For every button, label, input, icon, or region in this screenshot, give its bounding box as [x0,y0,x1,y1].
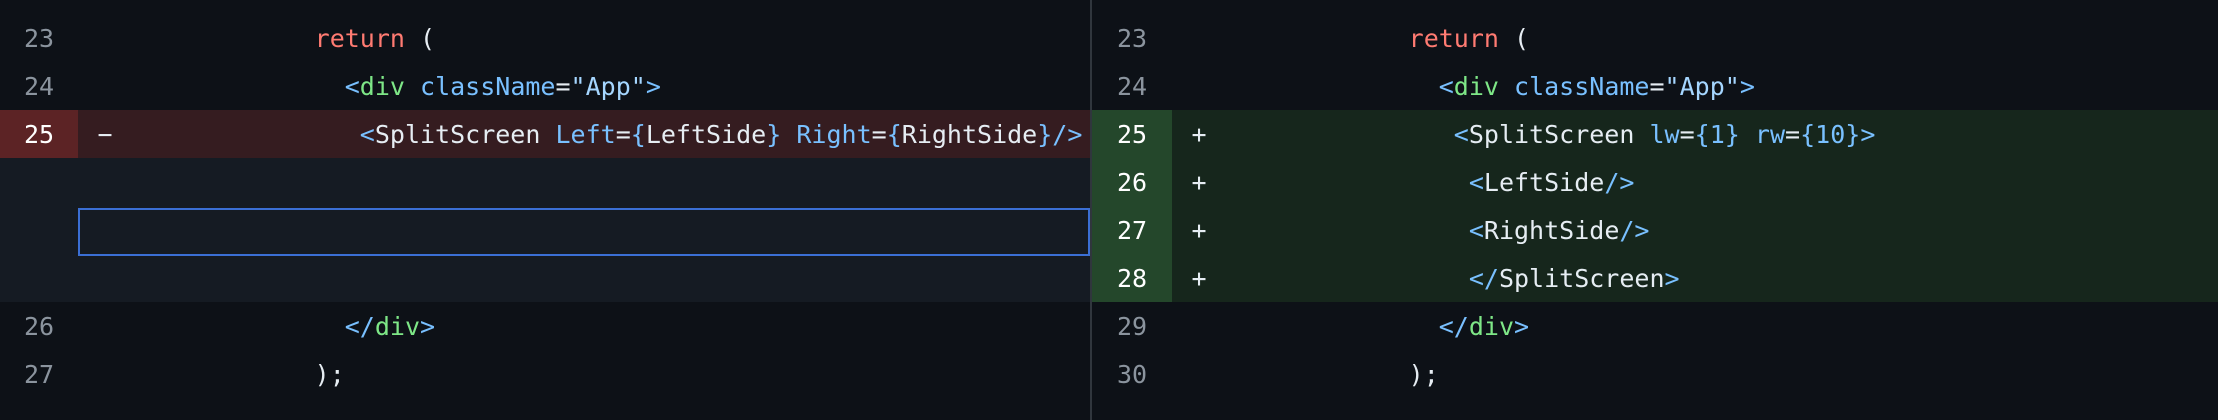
addition-marker: + [1191,215,1207,245]
code-token: = [1785,119,1801,149]
code-text: ); [116,331,345,418]
deletion-marker: − [97,119,113,149]
code-token: { [630,119,646,149]
line-number: 28 [1092,254,1172,302]
code-token: } [1724,119,1740,149]
addition-marker: + [1191,263,1207,293]
code-token: rw [1754,119,1786,149]
diff-pane-original[interactable]: 23 return ( 24 <div className="App"> 25 … [0,0,1092,420]
code-token: </ [1438,311,1469,341]
code-token: </ [344,311,375,341]
code-token: SplitScreen [374,119,541,149]
line-number: 23 [1116,23,1148,53]
code-token: > [1860,119,1876,149]
line-number: 27 [23,359,55,389]
code-token: RightSide [901,119,1038,149]
line-number: 24 [23,71,55,101]
code-token: < [359,119,375,149]
code-token: Left [555,119,616,149]
diff-line-left-placeholder [0,206,1090,254]
code-token: { [1800,119,1816,149]
code-token: > [420,311,436,341]
code-token: ); [314,359,345,389]
code-token: Right [796,119,872,149]
code-token: 1 [1709,119,1725,149]
split-diff-view: 23 return ( 24 <div className="App"> 25 … [0,0,2218,420]
code-token: div [1468,311,1514,341]
line-number: 29 [1116,311,1148,341]
code-token: /> [1052,119,1083,149]
diff-line-left-placeholder [0,158,1090,206]
code-token: div [374,311,420,341]
diff-pane-modified[interactable]: 23 return ( 24 <div className="App"> 25 … [1092,0,2218,420]
code-token: = [1679,119,1695,149]
line-number: 27 [1092,206,1172,254]
code-text: ); [1210,331,1439,418]
code-token: lw [1649,119,1680,149]
code-token: ); [1408,359,1439,389]
diff-line-left-deleted[interactable]: 25 − <SplitScreen Left={LeftSide} Right=… [0,110,1090,158]
line-number: 30 [1116,359,1148,389]
code-token: } [1037,119,1053,149]
line-number: 25 [0,110,78,158]
addition-marker: + [1191,119,1207,149]
diff-line-right-7[interactable]: 30 ); [1092,350,2218,398]
code-token: = [615,119,631,149]
code-token: > [1514,311,1530,341]
diff-line-left-7[interactable]: 27 ); [0,350,1090,398]
code-token: { [886,119,902,149]
line-number: 23 [23,23,55,53]
line-number: 26 [1092,158,1172,206]
addition-marker: + [1191,167,1207,197]
code-token: > [1664,263,1680,293]
code-token: = [871,119,887,149]
code-token: { [1694,119,1710,149]
code-token: } [1845,119,1861,149]
line-number: 25 [1092,110,1172,158]
code-token: } [766,119,782,149]
code-token: LeftSide [645,119,767,149]
line-number: 24 [1116,71,1148,101]
line-number: 26 [23,311,55,341]
code-token: 10 [1815,119,1846,149]
